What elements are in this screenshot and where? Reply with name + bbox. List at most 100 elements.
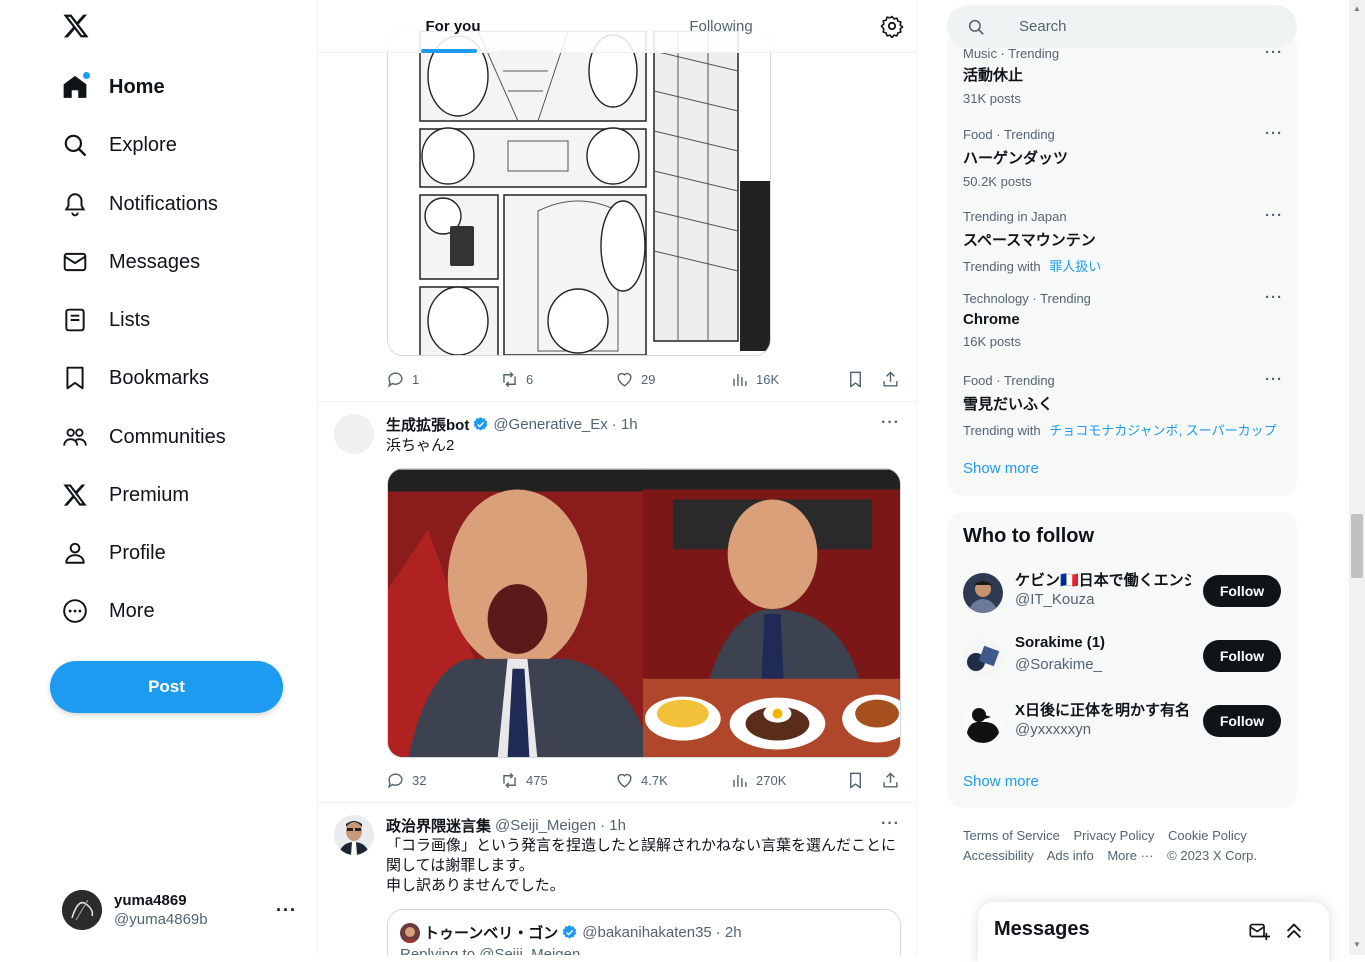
scrollbar-thumb[interactable] <box>1351 514 1363 578</box>
repost-button[interactable]: 6 <box>500 370 533 389</box>
trend-link[interactable]: チョコモナカジャンボ <box>1049 423 1178 438</box>
nav-profile[interactable]: Profile <box>50 529 178 577</box>
suggestion-name: Sorakime (1) <box>1015 634 1106 651</box>
avatar[interactable] <box>963 638 1003 678</box>
nav-messages[interactable]: Messages <box>50 238 212 286</box>
tweet-image[interactable] <box>387 30 771 356</box>
repost-icon <box>503 371 516 387</box>
who-to-follow-show-more-link[interactable]: Show more <box>963 773 1039 790</box>
footer-link[interactable]: Accessibility <box>963 848 1034 863</box>
nav-explore[interactable]: Explore <box>50 121 189 169</box>
chevron-up-icon[interactable] <box>1283 920 1305 942</box>
scroll-up-arrow-icon[interactable]: ▲ <box>1353 4 1361 13</box>
trend-item[interactable]: Food · Trending ハーゲンダッツ 50.2K posts ··· <box>963 125 1283 189</box>
tweet-image[interactable] <box>643 469 900 758</box>
account-switcher[interactable]: yuma4869 @yuma4869b ··· <box>50 880 305 940</box>
new-message-icon[interactable] <box>1248 920 1270 942</box>
more-dots-icon[interactable]: ··· <box>276 900 297 921</box>
more-dots-icon[interactable]: ··· <box>1265 371 1283 388</box>
avatar[interactable] <box>963 703 1003 743</box>
tweet-image[interactable] <box>388 469 643 758</box>
tweet-time[interactable]: · 1h <box>600 817 626 834</box>
follow-button[interactable]: Follow <box>1203 705 1281 737</box>
nav-bookmarks[interactable]: Bookmarks <box>50 354 221 402</box>
like-button[interactable]: 29 <box>615 370 655 389</box>
bookmark-button[interactable] <box>846 771 865 790</box>
scrollbar[interactable]: ▲ ▼ <box>1349 0 1365 955</box>
suggestion-name: X日後に正体を明かす有名 <box>1015 702 1191 719</box>
divider <box>318 802 916 803</box>
analytics-icon <box>733 373 747 386</box>
author-handle[interactable]: @Generative_Ex <box>493 416 607 433</box>
author-name[interactable]: 生成拡張bot <box>386 414 469 435</box>
footer-link[interactable]: Terms of Service <box>963 828 1060 843</box>
nav-communities[interactable]: Communities <box>50 413 238 461</box>
trend-item[interactable]: Music · Trending 活動休止 31K posts ··· <box>963 44 1283 106</box>
follow-suggestion[interactable]: Sorakime (1) @Sorakime_ Follow <box>963 634 1281 682</box>
quote-header: トゥーンベリ・ゴン @bakanihakaten35 · 2h <box>400 922 742 943</box>
like-button[interactable]: 4.7K <box>615 771 668 790</box>
envelope-icon <box>62 249 88 275</box>
gear-icon[interactable] <box>880 14 904 38</box>
nav-more[interactable]: More <box>50 587 167 635</box>
share-button[interactable] <box>881 771 900 790</box>
trend-count: 50.2K posts <box>963 174 1032 189</box>
author-name[interactable]: 政治界隈迷言集 <box>386 815 491 836</box>
unread-dot <box>83 72 90 79</box>
trends-show-more-link[interactable]: Show more <box>963 460 1039 477</box>
follow-suggestion[interactable]: ケビン🇫🇷日本で働くエンジ @IT_Kouza Follow <box>963 569 1281 617</box>
x-logo-icon[interactable] <box>58 8 94 44</box>
person-icon <box>62 540 88 566</box>
more-dots-icon[interactable]: ··· <box>1265 207 1283 224</box>
bookmark-button[interactable] <box>846 370 865 389</box>
copyright: © 2023 X Corp. <box>1167 848 1257 863</box>
nav-label: More <box>109 599 155 622</box>
views-button[interactable]: 270K <box>730 771 786 790</box>
follow-button[interactable]: Follow <box>1203 640 1281 672</box>
verified-badge-icon <box>474 417 488 431</box>
tweet-time[interactable]: · 1h <box>612 416 638 433</box>
nav-lists[interactable]: Lists <box>50 296 162 344</box>
more-dots-icon[interactable]: ··· <box>1265 125 1283 142</box>
tab-following[interactable]: Following <box>586 0 856 53</box>
tab-for-you[interactable]: For you <box>318 0 588 53</box>
share-button[interactable] <box>881 370 900 389</box>
footer-link[interactable]: Cookie Policy <box>1168 828 1247 843</box>
post-button[interactable]: Post <box>50 661 283 713</box>
suggestion-handle: @Sorakime_ <box>1015 656 1102 673</box>
more-dots-icon[interactable]: ··· <box>1265 289 1283 306</box>
avatar[interactable] <box>334 815 374 855</box>
nav-notifications[interactable]: Notifications <box>50 180 230 228</box>
trend-count: 31K posts <box>963 91 1021 106</box>
trend-item[interactable]: Food · Trending 雪見だいふく Trending with チョコ… <box>963 371 1283 439</box>
more-dots-icon[interactable]: ··· <box>881 815 900 833</box>
views-button[interactable]: 16K <box>730 370 779 389</box>
reply-button[interactable]: 1 <box>386 370 419 389</box>
quote-tweet[interactable]: トゥーンベリ・ゴン @bakanihakaten35 · 2h Replying… <box>387 909 901 955</box>
nav-premium[interactable]: Premium <box>50 471 201 519</box>
footer-link[interactable]: More ··· <box>1107 848 1153 863</box>
messages-drawer[interactable]: Messages <box>978 902 1329 962</box>
tweet-media[interactable] <box>387 468 901 758</box>
reply-button[interactable]: 32 <box>386 771 426 790</box>
footer-link[interactable]: Privacy Policy <box>1073 828 1154 843</box>
footer-link[interactable]: Ads info <box>1047 848 1094 863</box>
author-handle[interactable]: @Seiji_Meigen <box>495 817 596 834</box>
trend-item[interactable]: Trending in Japan スペースマウンテン Trending wit… <box>963 207 1283 275</box>
more-dots-icon[interactable]: ··· <box>881 414 900 432</box>
view-count: 16K <box>756 371 780 387</box>
trend-link[interactable]: 罪人扱い <box>1049 259 1101 274</box>
avatar[interactable] <box>334 414 374 454</box>
trend-link[interactable]: スーパーカップ <box>1186 423 1277 438</box>
trend-item[interactable]: Technology · Trending Chrome 16K posts ·… <box>963 289 1283 349</box>
repost-button[interactable]: 475 <box>500 771 548 790</box>
follow-button[interactable]: Follow <box>1203 575 1281 607</box>
trend-with: Trending with 罪人扱い <box>963 256 1283 275</box>
nav-label: Profile <box>109 541 166 564</box>
repost-icon <box>503 772 516 788</box>
scroll-down-arrow-icon[interactable]: ▼ <box>1353 940 1361 949</box>
avatar[interactable] <box>963 573 1003 613</box>
nav-home[interactable]: Home <box>50 63 177 111</box>
follow-suggestion[interactable]: X日後に正体を明かす有名 @yxxxxxyn Follow <box>963 699 1281 747</box>
search-input[interactable]: Search <box>947 5 1297 48</box>
